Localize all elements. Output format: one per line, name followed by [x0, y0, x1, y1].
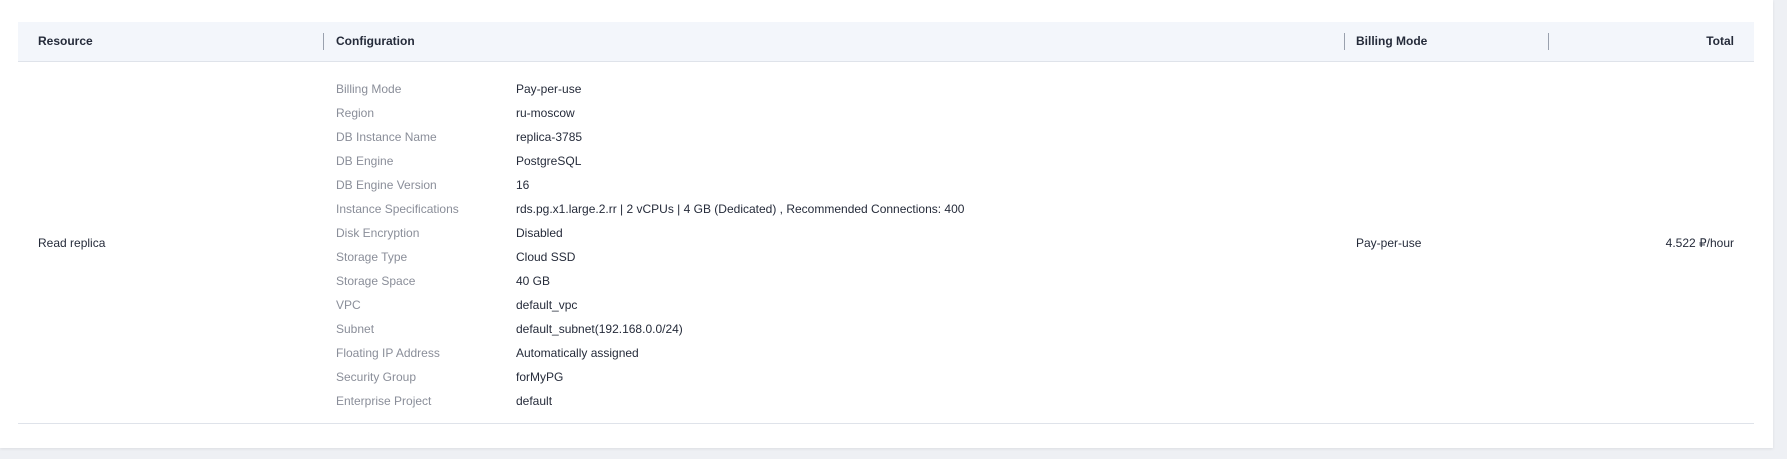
- config-value: PostgreSQL: [516, 154, 582, 168]
- config-row: Enterprise Project default: [336, 389, 964, 413]
- config-row: DB Engine PostgreSQL: [336, 149, 964, 173]
- config-row: Disk Encryption Disabled: [336, 221, 964, 245]
- config-row: Security Group forMyPG: [336, 365, 964, 389]
- config-key: Disk Encryption: [336, 226, 420, 240]
- config-key: DB Instance Name: [336, 130, 437, 144]
- config-row: Subnet default_subnet(192.168.0.0/24): [336, 317, 964, 341]
- header-configuration: Configuration: [336, 34, 415, 48]
- config-row: Storage Space 40 GB: [336, 269, 964, 293]
- resource-table: Resource Configuration Billing Mode Tota…: [18, 22, 1754, 424]
- billing-mode-value: Pay-per-use: [1356, 236, 1422, 250]
- config-key: VPC: [336, 298, 361, 312]
- config-key: Billing Mode: [336, 82, 402, 96]
- config-value: default_vpc: [516, 298, 578, 312]
- config-value: rds.pg.x1.large.2.rr | 2 vCPUs | 4 GB (D…: [516, 202, 965, 216]
- config-value: Disabled: [516, 226, 563, 240]
- config-key: Subnet: [336, 322, 375, 336]
- config-row: Instance Specifications rds.pg.x1.large.2…: [336, 197, 964, 221]
- config-key: Region: [336, 106, 375, 120]
- configuration-list: Billing Mode Pay-per-use Region ru-moscow DB…: [336, 77, 964, 413]
- config-row: Storage Type Cloud SSD: [336, 245, 964, 269]
- table-header: Resource Configuration Billing Mode Tota…: [18, 22, 1754, 62]
- config-row: Floating IP Address Automatically assigne…: [336, 341, 964, 365]
- order-summary-card: Resource Configuration Billing Mode Tota…: [0, 0, 1773, 448]
- config-row: DB Instance Name replica-3785: [336, 125, 964, 149]
- total-price: 4.522 ₽/hour: [1665, 236, 1734, 250]
- config-key: DB Engine: [336, 154, 394, 168]
- config-value: 16: [516, 178, 530, 192]
- config-row: VPC default_vpc: [336, 293, 964, 317]
- config-value: replica-3785: [516, 130, 583, 144]
- column-separator: [1344, 33, 1345, 50]
- header-billing-mode: Billing Mode: [1356, 34, 1428, 48]
- config-value: default_subnet(192.168.0.0/24): [516, 322, 683, 336]
- config-key: Storage Type: [336, 250, 408, 264]
- table-row: Read replica Billing Mode Pay-per-use Regi…: [18, 62, 1754, 424]
- config-value: 40 GB: [516, 274, 551, 288]
- column-separator: [323, 33, 324, 50]
- column-separator: [1548, 33, 1549, 50]
- resource-name: Read replica: [38, 236, 106, 250]
- config-row: DB Engine Version 16: [336, 173, 964, 197]
- config-row: Region ru-moscow: [336, 101, 964, 125]
- config-key: Security Group: [336, 370, 417, 384]
- config-key: Enterprise Project: [336, 394, 432, 408]
- config-value: ru-moscow: [516, 106, 575, 120]
- config-value: forMyPG: [516, 370, 564, 384]
- config-value: default: [516, 394, 553, 408]
- config-value: Automatically assigned: [516, 346, 639, 360]
- config-value: Pay-per-use: [516, 82, 582, 96]
- header-resource: Resource: [38, 34, 93, 48]
- config-row: Billing Mode Pay-per-use: [336, 77, 964, 101]
- config-key: Floating IP Address: [336, 346, 440, 360]
- config-key: Storage Space: [336, 274, 416, 288]
- header-total: Total: [1706, 34, 1734, 48]
- config-key: DB Engine Version: [336, 178, 437, 192]
- config-key: Instance Specifications: [336, 202, 459, 216]
- config-value: Cloud SSD: [516, 250, 576, 264]
